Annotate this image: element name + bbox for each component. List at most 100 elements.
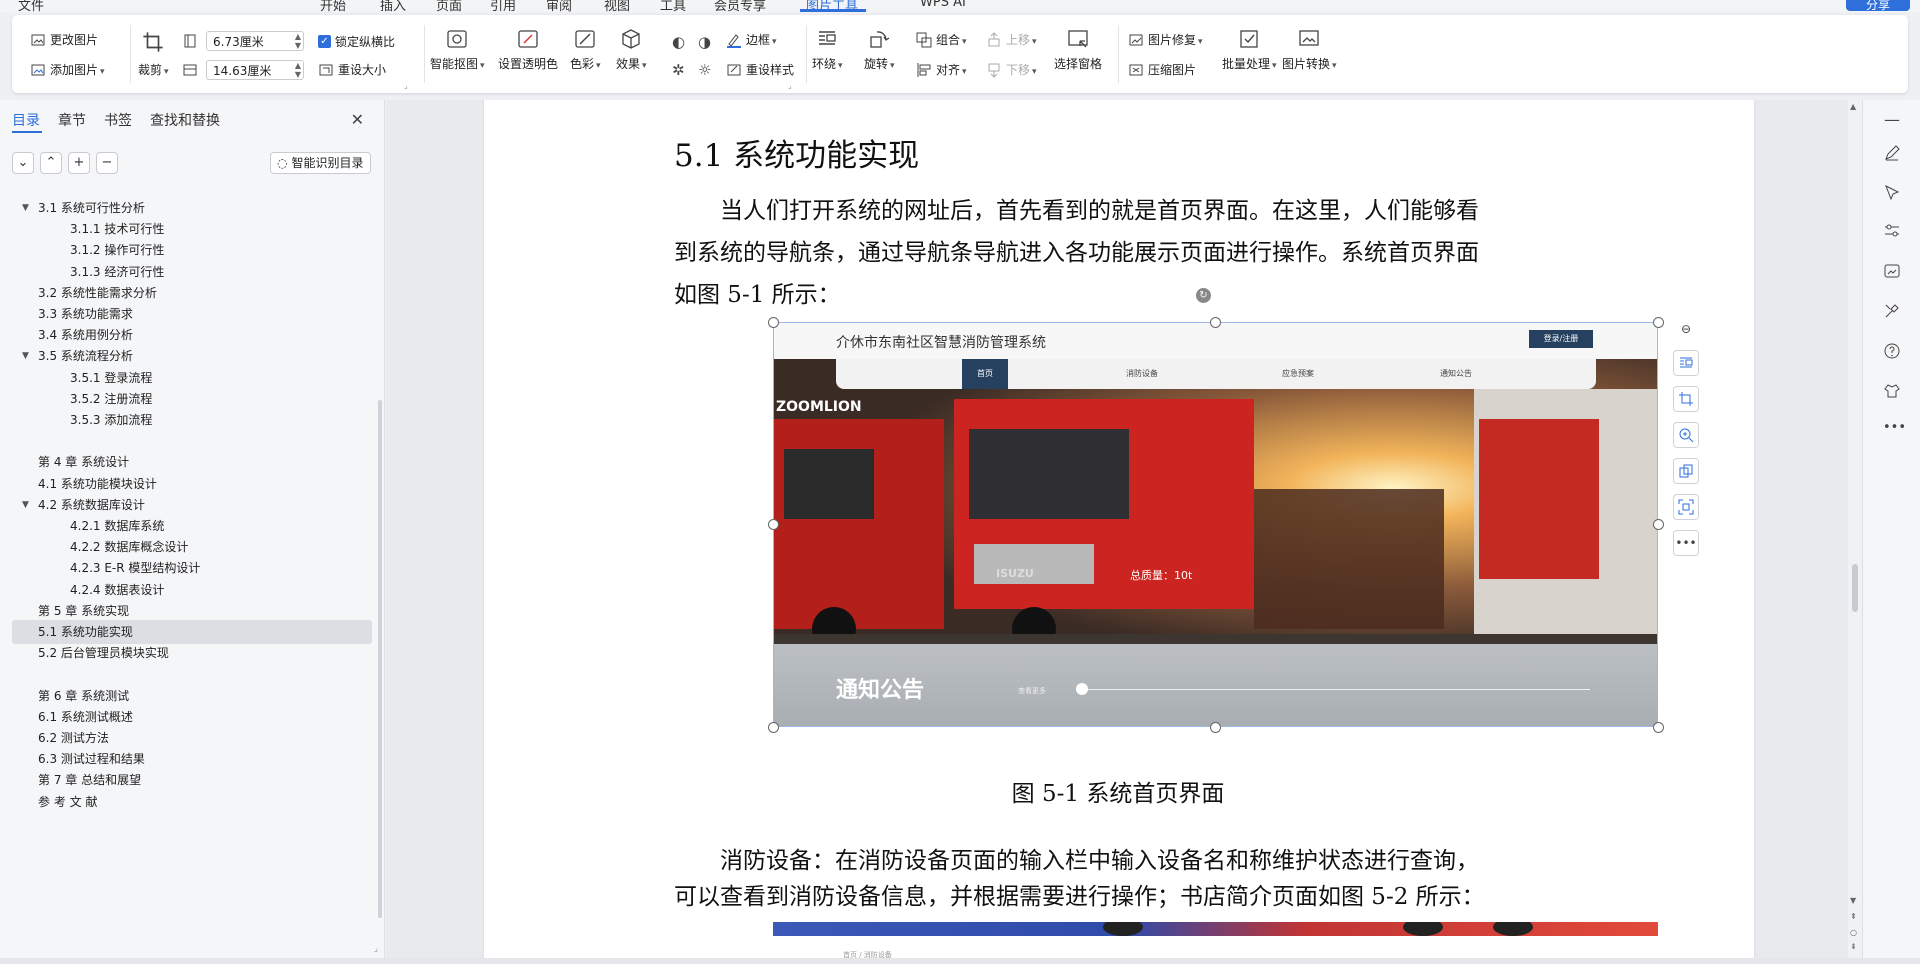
- resize-grip-icon[interactable]: ⌟: [374, 944, 378, 954]
- tab-page[interactable]: 页面: [436, 0, 462, 12]
- tab-view[interactable]: 视图: [604, 0, 630, 12]
- more-icon[interactable]: •••: [1673, 530, 1699, 556]
- more-icon[interactable]: •••: [1883, 420, 1906, 438]
- close-icon[interactable]: ✕: [351, 110, 364, 129]
- copy-icon[interactable]: [1673, 458, 1699, 484]
- share-button[interactable]: 分享: [1846, 0, 1910, 12]
- smart-cutout-button[interactable]: 智能抠图: [430, 27, 485, 72]
- resize-handle-r[interactable]: [1653, 519, 1664, 530]
- toc-item[interactable]: 参 考 文 献: [12, 790, 372, 814]
- spinner-arrows[interactable]: ▲ ▼: [295, 32, 301, 50]
- tab-bookmarks[interactable]: 书签: [104, 110, 132, 130]
- image-edit-icon[interactable]: [1883, 262, 1901, 280]
- tab-find-replace[interactable]: 查找和替换: [150, 110, 220, 130]
- rotate-button[interactable]: 旋转: [864, 27, 895, 72]
- height-field[interactable]: 14.63厘米 ▲ ▼: [206, 60, 304, 80]
- pen-edit-icon[interactable]: [1883, 144, 1901, 162]
- tab-references[interactable]: 引用: [490, 0, 516, 12]
- picture-convert-button[interactable]: 图片转换: [1282, 27, 1337, 72]
- reset-style-button[interactable]: 重设样式: [726, 61, 794, 78]
- resize-handle-l[interactable]: [768, 519, 779, 530]
- contrast-icon[interactable]: ◑: [698, 33, 711, 51]
- prev-page-icon[interactable]: ⇞: [1850, 912, 1857, 921]
- tab-home[interactable]: 开始: [320, 0, 346, 12]
- tools-icon[interactable]: [1883, 302, 1901, 320]
- resize-handle-br[interactable]: [1653, 722, 1664, 733]
- add-heading-button[interactable]: +: [68, 152, 90, 174]
- expand-up-button[interactable]: ⌃: [40, 152, 62, 174]
- smart-toc-button[interactable]: ◌ 智能识别目录: [270, 152, 371, 174]
- send-backward-button[interactable]: 下移: [986, 61, 1037, 78]
- reset-size-button[interactable]: 重设大小: [318, 61, 386, 78]
- toc-item[interactable]: ▼ 3.5 系统流程分析: [12, 344, 372, 368]
- crop-icon[interactable]: [1673, 386, 1699, 412]
- tab-insert[interactable]: 插入: [380, 0, 406, 12]
- tab-toc[interactable]: 目录: [12, 110, 40, 130]
- scroll-thumb[interactable]: [1852, 564, 1858, 612]
- resize-handle-b[interactable]: [1210, 722, 1221, 733]
- page-dot-icon[interactable]: ○: [1850, 928, 1857, 937]
- wrap-layout-icon[interactable]: [1673, 350, 1699, 376]
- lock-ratio-checkbox[interactable]: ✓ 锁定纵横比: [318, 33, 395, 50]
- wps-ai-button[interactable]: WPS AI: [920, 0, 966, 10]
- screenshot-icon[interactable]: [1673, 494, 1699, 520]
- width-field[interactable]: 6.73厘米 ▲ ▼: [206, 31, 304, 51]
- tab-member[interactable]: 会员专享: [714, 0, 766, 12]
- rotate-handle-icon[interactable]: ↻: [1196, 288, 1211, 303]
- cursor-select-icon[interactable]: [1883, 184, 1901, 202]
- bring-forward-button[interactable]: 上移: [986, 31, 1037, 48]
- file-menu[interactable]: 文件: [18, 0, 44, 12]
- tab-tools[interactable]: 工具: [660, 0, 686, 12]
- effects-button[interactable]: 效果: [616, 27, 647, 72]
- expand-toggle-icon[interactable]: ▼: [22, 344, 29, 368]
- resize-handle-tr[interactable]: [1653, 317, 1664, 328]
- selection-pane-button[interactable]: 选择窗格: [1054, 27, 1102, 72]
- selected-picture[interactable]: 介休市东南社区智慧消防管理系统 登录/注册 首页 消防设备 应急预案 通知公告 …: [773, 322, 1658, 727]
- resize-handle-bl[interactable]: [768, 722, 779, 733]
- wrap-button[interactable]: 环绕: [812, 27, 843, 72]
- toc-item[interactable]: 3.5.1 登录流程: [12, 366, 372, 390]
- scroll-down-icon[interactable]: ▼: [1850, 896, 1856, 905]
- border-button[interactable]: 边框: [726, 31, 777, 48]
- spinner-arrows[interactable]: ▲ ▼: [295, 61, 301, 79]
- next-page-icon[interactable]: ⇟: [1850, 942, 1857, 951]
- nav-scrollbar[interactable]: [378, 400, 382, 918]
- batch-process-button[interactable]: 批量处理: [1222, 27, 1277, 72]
- help-icon[interactable]: [1883, 342, 1901, 360]
- collapse-icon[interactable]: ⊖: [1673, 320, 1699, 338]
- skin-icon[interactable]: [1883, 382, 1901, 400]
- adjust-sliders-icon[interactable]: [1883, 222, 1901, 240]
- remove-heading-button[interactable]: −: [96, 152, 118, 174]
- set-transparent-button[interactable]: 设置透明色: [498, 27, 558, 72]
- minimize-icon[interactable]: —: [1883, 110, 1901, 129]
- site-nav-home: 首页: [962, 359, 1008, 389]
- group-button[interactable]: 组合: [916, 31, 967, 48]
- crop-button[interactable]: 裁剪: [138, 61, 169, 78]
- align-button[interactable]: 对齐: [916, 61, 967, 78]
- crop-icon-button[interactable]: [142, 31, 164, 53]
- toc-item[interactable]: 4.2.3 E-R 模型结构设计: [12, 556, 372, 580]
- color-button[interactable]: 色彩: [570, 27, 601, 72]
- toc-item[interactable]: 3.1.2 操作可行性: [12, 238, 372, 262]
- expand-corner-icon[interactable]: ⌟: [404, 81, 408, 90]
- sun-icon[interactable]: ☼: [698, 61, 711, 79]
- resize-handle-t[interactable]: [1210, 317, 1221, 328]
- add-picture-button[interactable]: 添加图片: [30, 61, 105, 78]
- picture-repair-button[interactable]: 图片修复: [1128, 31, 1203, 48]
- tab-review[interactable]: 审阅: [546, 0, 572, 12]
- brightness-up-icon[interactable]: ◐: [672, 33, 685, 51]
- compress-button[interactable]: 压缩图片: [1128, 61, 1196, 78]
- resize-handle-tl[interactable]: [768, 317, 779, 328]
- zoom-icon[interactable]: [1673, 422, 1699, 448]
- document-scrollbar[interactable]: ▲ ▼ ⇞ ○ ⇟: [1848, 100, 1862, 958]
- paragraph-1[interactable]: 当人们打开系统的网址后，首先看到的就是首页界面。在这里，人们能够看 到系统的导航…: [674, 190, 1562, 316]
- scroll-up-icon[interactable]: ▲: [1850, 102, 1856, 111]
- expand-corner-icon[interactable]: ⌟: [788, 81, 792, 90]
- change-picture-button[interactable]: 更改图片: [30, 31, 98, 48]
- tab-chapters[interactable]: 章节: [58, 110, 86, 130]
- paragraph-2[interactable]: 消防设备：在消防设备页面的输入栏中输入设备名和称维护状态进行查询， 可以查看到消…: [674, 840, 1562, 918]
- document-page[interactable]: 5.1 系统功能实现 当人们打开系统的网址后，首先看到的就是首页界面。在这里，人…: [484, 100, 1754, 958]
- collapse-all-button[interactable]: ⌄: [12, 152, 34, 174]
- next-picture[interactable]: 首页 / 消防设备: [773, 922, 1658, 958]
- brightness-icon[interactable]: ✲: [672, 61, 685, 79]
